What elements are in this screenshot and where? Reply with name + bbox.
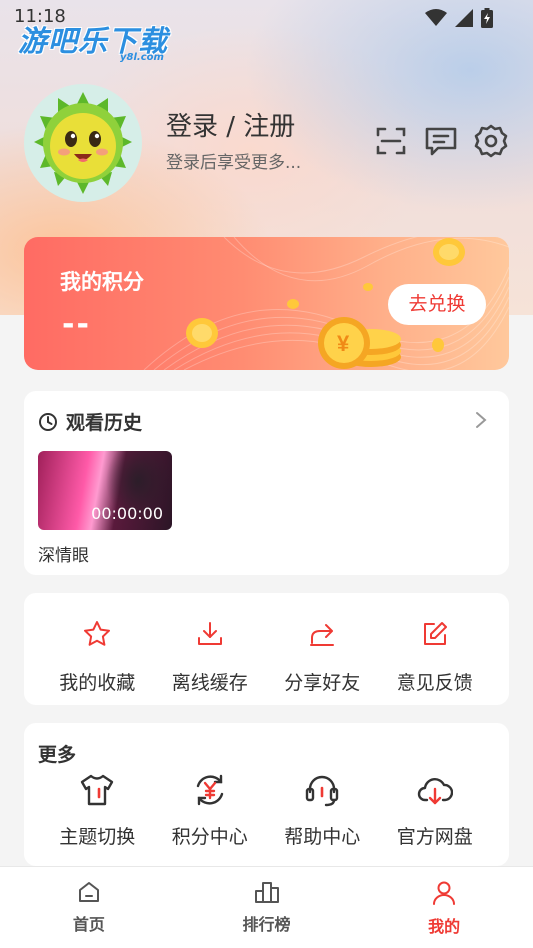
tshirt-icon xyxy=(81,774,114,806)
quick-action-label: 分享好友 xyxy=(284,672,361,694)
points-value: -- xyxy=(62,307,91,342)
message-icon[interactable] xyxy=(424,124,458,158)
watch-history-header[interactable]: 观看历史 xyxy=(38,408,142,435)
nav-ranking[interactable]: 排行榜 xyxy=(178,867,356,948)
feedback-icon xyxy=(423,622,447,645)
headset-icon xyxy=(306,775,339,807)
history-duration: 00:00:00 xyxy=(91,504,163,523)
svg-text:¥: ¥ xyxy=(337,331,350,356)
nav-label: 我的 xyxy=(428,917,461,936)
bottom-navigation: 首页 排行榜 我的 xyxy=(0,866,533,948)
wifi-icon xyxy=(425,9,447,26)
more-item-label: 主题切换 xyxy=(59,826,136,848)
points-title: 我的积分 xyxy=(60,270,144,294)
redeem-button[interactable]: 去兑换 xyxy=(388,284,486,325)
clock-icon xyxy=(39,412,57,431)
quick-action-label: 我的收藏 xyxy=(59,672,136,694)
download-icon xyxy=(197,622,222,645)
profile-icon xyxy=(433,881,456,905)
nav-mine[interactable]: 我的 xyxy=(355,867,533,948)
quick-action-offline-cache[interactable]: 离线缓存 xyxy=(154,615,267,695)
yen-refresh-icon xyxy=(196,774,223,806)
ranking-icon xyxy=(254,882,279,903)
more-title: 更多 xyxy=(38,744,77,766)
quick-action-label: 离线缓存 xyxy=(171,672,248,694)
chevron-right-icon[interactable] xyxy=(475,411,487,429)
quick-action-share[interactable]: 分享好友 xyxy=(266,615,379,695)
share-icon xyxy=(310,624,335,646)
points-card[interactable]: ¥ 我的积分 -- 去兑换 xyxy=(24,237,509,370)
watermark-domain: y8l.com xyxy=(120,52,164,63)
history-thumbnail[interactable]: 00:00:00 xyxy=(38,451,172,530)
star-icon xyxy=(84,621,111,646)
nav-home[interactable]: 首页 xyxy=(0,867,178,948)
settings-icon[interactable] xyxy=(474,124,508,158)
cloud-download-icon xyxy=(417,778,453,805)
history-item-title[interactable]: 深情眼 xyxy=(38,541,89,566)
quick-actions-card: 我的收藏 离线缓存 分享好友 意见反馈 xyxy=(24,593,509,705)
quick-action-favorites[interactable]: 我的收藏 xyxy=(41,615,154,695)
login-register-link[interactable]: 登录 / 注册 xyxy=(166,106,295,143)
battery-icon xyxy=(481,8,493,28)
login-subtitle: 登录后享受更多... xyxy=(166,153,302,173)
more-item-label: 帮助中心 xyxy=(284,826,361,848)
more-theme-switch[interactable]: 主题切换 xyxy=(41,771,154,849)
nav-label: 排行榜 xyxy=(242,915,291,934)
quick-action-feedback[interactable]: 意见反馈 xyxy=(379,615,492,695)
durian-mascot-icon xyxy=(34,92,132,194)
more-item-label: 官方网盘 xyxy=(396,826,473,848)
home-icon xyxy=(78,882,99,902)
avatar[interactable] xyxy=(24,84,142,202)
watch-history-title: 观看历史 xyxy=(66,412,143,434)
more-points-center[interactable]: 积分中心 xyxy=(154,771,267,849)
more-help-center[interactable]: 帮助中心 xyxy=(266,771,379,849)
quick-action-label: 意见反馈 xyxy=(396,672,473,694)
nav-label: 首页 xyxy=(72,915,105,934)
signal-icon xyxy=(455,9,473,27)
more-official-drive[interactable]: 官方网盘 xyxy=(379,771,492,849)
more-card: 更多 主题切换 积分中心 帮助中心 官方网盘 xyxy=(24,723,509,866)
watch-history-card: 观看历史 00:00:00 深情眼 xyxy=(24,391,509,575)
more-item-label: 积分中心 xyxy=(171,826,248,848)
scan-icon[interactable] xyxy=(374,124,408,158)
status-icons xyxy=(425,8,493,28)
